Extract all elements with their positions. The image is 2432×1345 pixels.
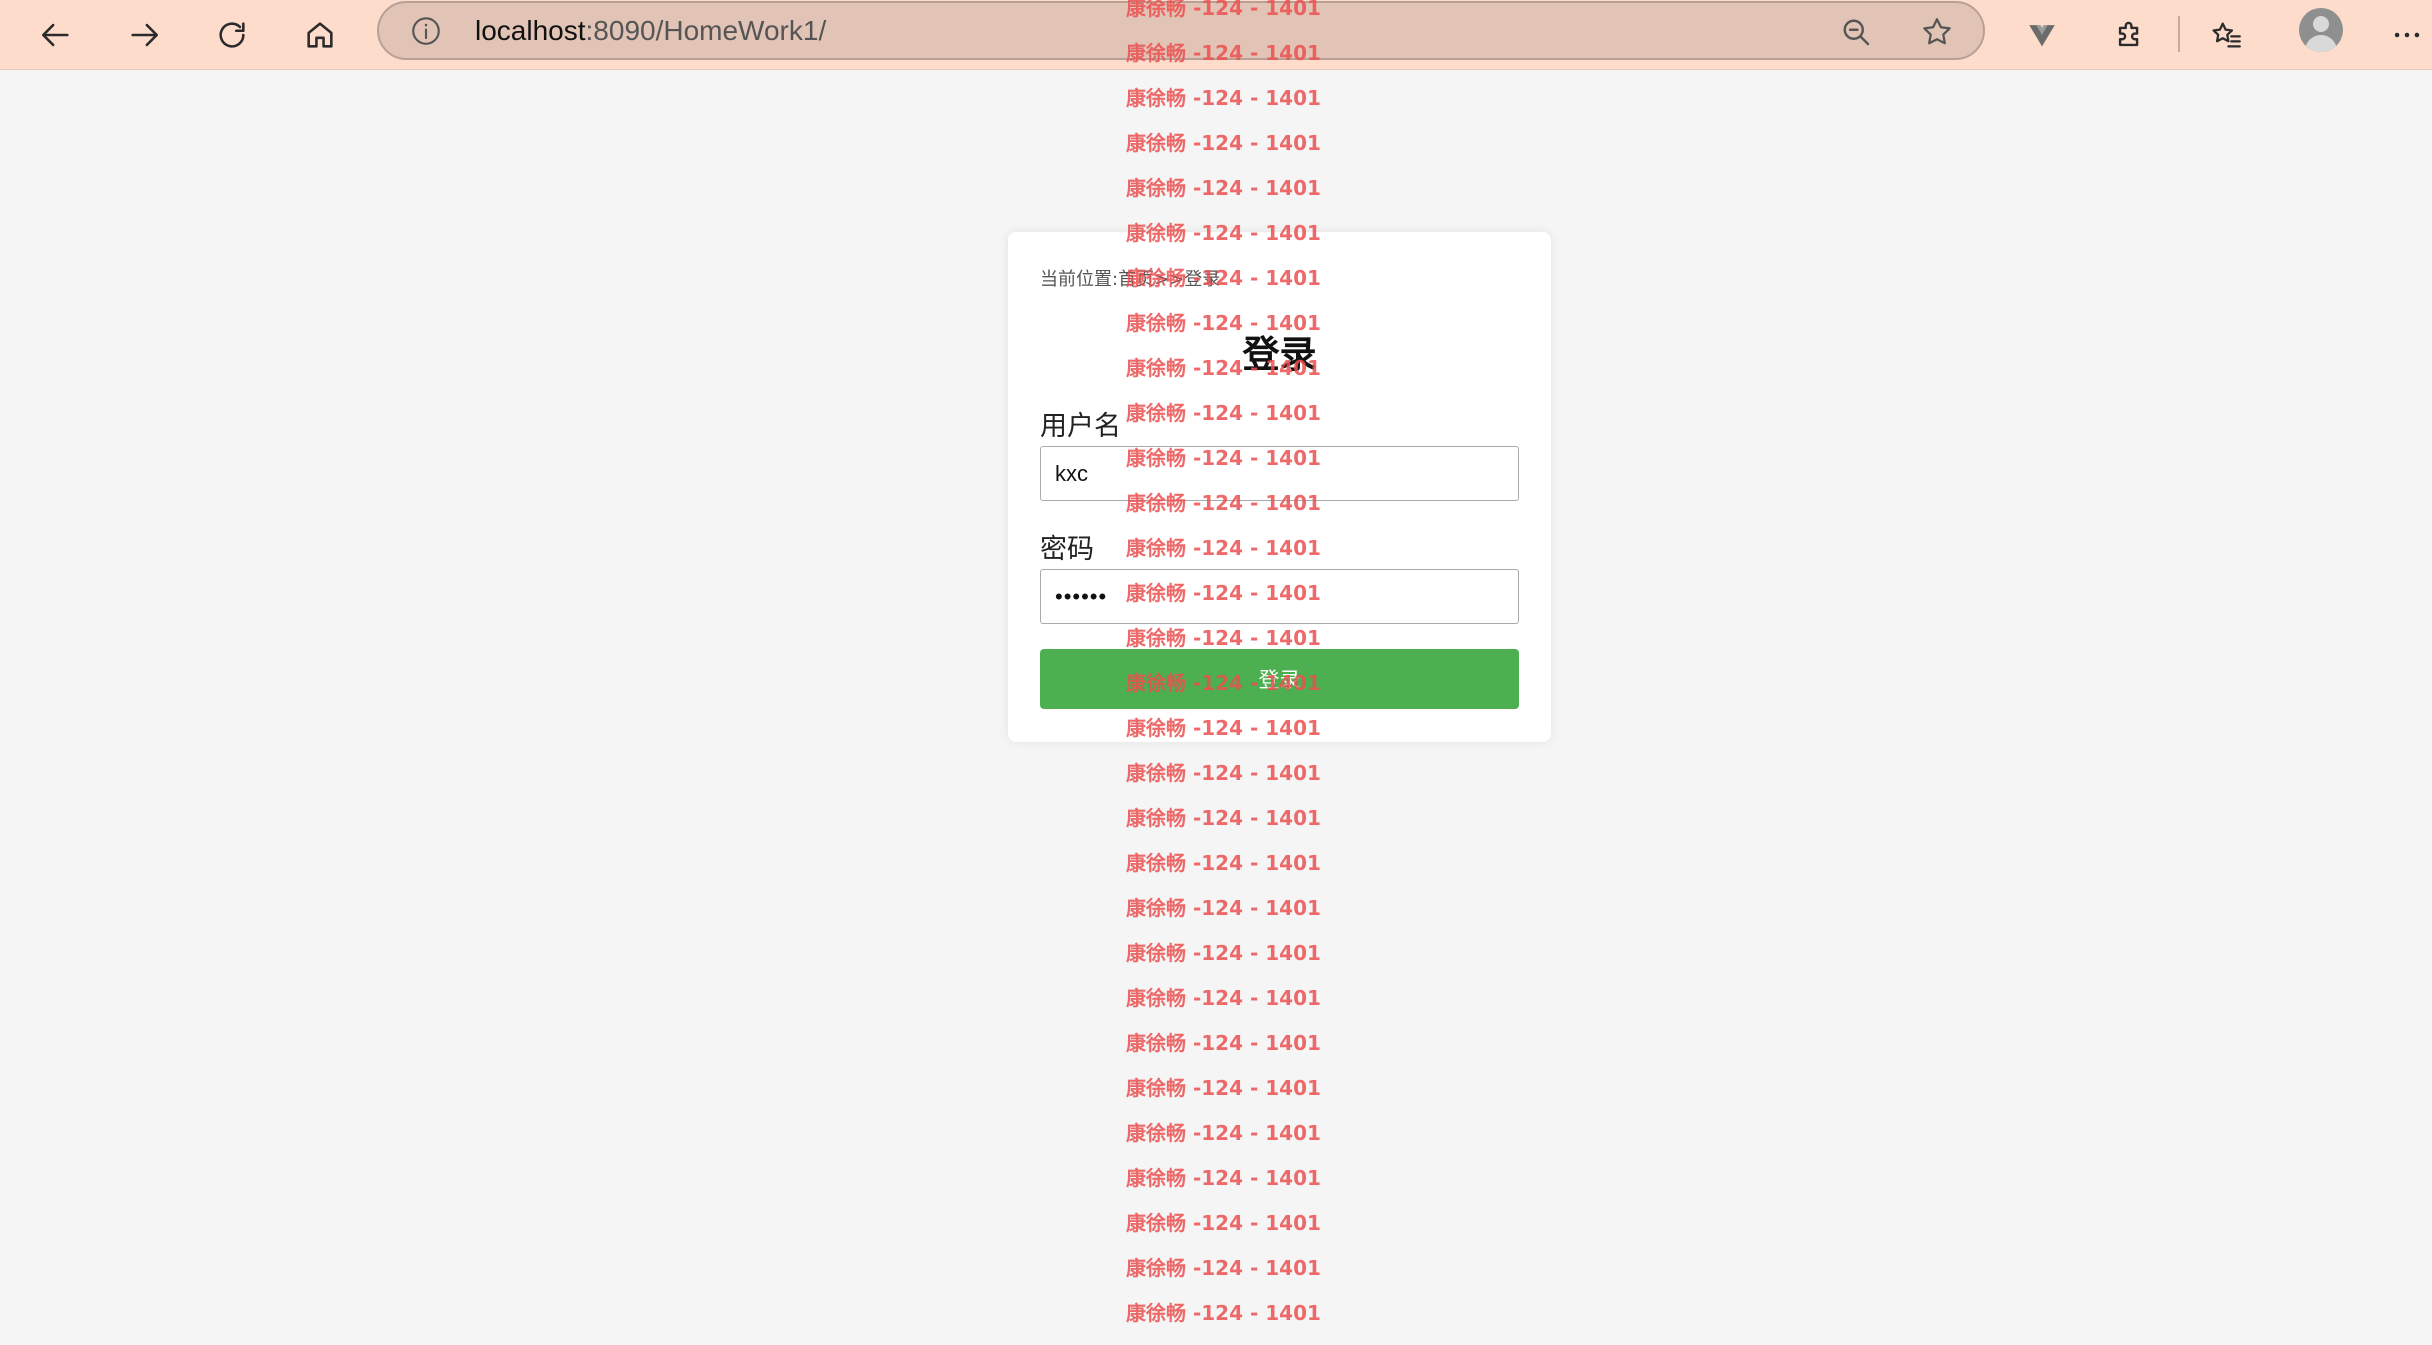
back-button[interactable] [29,8,83,62]
watermark-text: 康徐畅 -124 - 1401 [1126,86,1321,110]
profile-avatar[interactable] [2299,8,2343,52]
url-text[interactable]: localhost:8090/HomeWork1/ [475,15,826,47]
extensions-button[interactable] [2103,8,2157,62]
v-extension-button[interactable] [2015,8,2069,62]
watermark-text: 康徐畅 -124 - 1401 [1126,1031,1321,1055]
breadcrumb-prefix: 当前位置: [1040,269,1119,290]
watermark-text: 康徐畅 -124 - 1401 [1126,1166,1321,1190]
home-icon [307,22,333,48]
v-extension-icon [2029,25,2055,47]
puzzle-icon [2118,21,2139,47]
forward-button[interactable] [117,8,171,62]
password-label: 密码 [1040,534,1094,565]
username-label: 用户名 [1040,411,1121,442]
watermark-text: 康徐畅 -124 - 1401 [1126,941,1321,965]
favorites-list-icon [2212,22,2241,48]
more-icon [2394,32,2420,38]
url-host: localhost [475,15,586,46]
watermark-text: 康徐畅 -124 - 1401 [1126,1301,1321,1325]
password-input[interactable] [1040,569,1519,624]
login-button[interactable]: 登录 [1040,649,1519,709]
zoom-out-icon[interactable] [1838,14,1874,50]
watermark-text: 康徐畅 -124 - 1401 [1126,1076,1321,1100]
url-path: :8090/HomeWork1/ [585,15,827,46]
breadcrumb-current: 登录 [1184,269,1221,290]
watermark-text: 康徐畅 -124 - 1401 [1126,1121,1321,1145]
login-card: 当前位置:首页>>登录 登录 用户名 密码 登录 [1008,232,1551,742]
refresh-button[interactable] [205,8,259,62]
watermark-text: 康徐畅 -124 - 1401 [1126,176,1321,200]
watermark-text: 康徐畅 -124 - 1401 [1126,1256,1321,1280]
avatar-body [2305,35,2337,52]
page-title: 登录 [1242,333,1317,376]
breadcrumb-separator: >> [1154,269,1185,290]
watermark-text: 康徐畅 -124 - 1401 [1126,1211,1321,1235]
home-button[interactable] [293,8,347,62]
watermark-text: 康徐畅 -124 - 1401 [1126,131,1321,155]
breadcrumb-home-link[interactable]: 首页 [1118,269,1154,290]
star-icon[interactable] [1919,14,1955,50]
info-icon[interactable] [409,14,443,48]
watermark-text: 康徐畅 -124 - 1401 [1126,761,1321,785]
refresh-icon [219,22,245,48]
arrow-right-icon [131,23,159,47]
favorites-button[interactable] [2200,8,2254,62]
address-bar[interactable]: localhost:8090/HomeWork1/ [377,1,1985,60]
watermark-text: 康徐畅 -124 - 1401 [1126,806,1321,830]
browser-toolbar: localhost:8090/HomeWork1/ [0,0,2432,70]
toolbar-divider [2178,16,2180,52]
watermark-text: 康徐畅 -124 - 1401 [1126,986,1321,1010]
watermark-text: 康徐畅 -124 - 1401 [1126,896,1321,920]
watermark-text: 康徐畅 -124 - 1401 [1126,851,1321,875]
arrow-left-icon [41,23,69,47]
username-input[interactable] [1040,446,1519,501]
more-button[interactable] [2385,8,2429,62]
avatar-head [2313,16,2329,32]
breadcrumb: 当前位置:首页>>登录 [1040,265,1220,291]
